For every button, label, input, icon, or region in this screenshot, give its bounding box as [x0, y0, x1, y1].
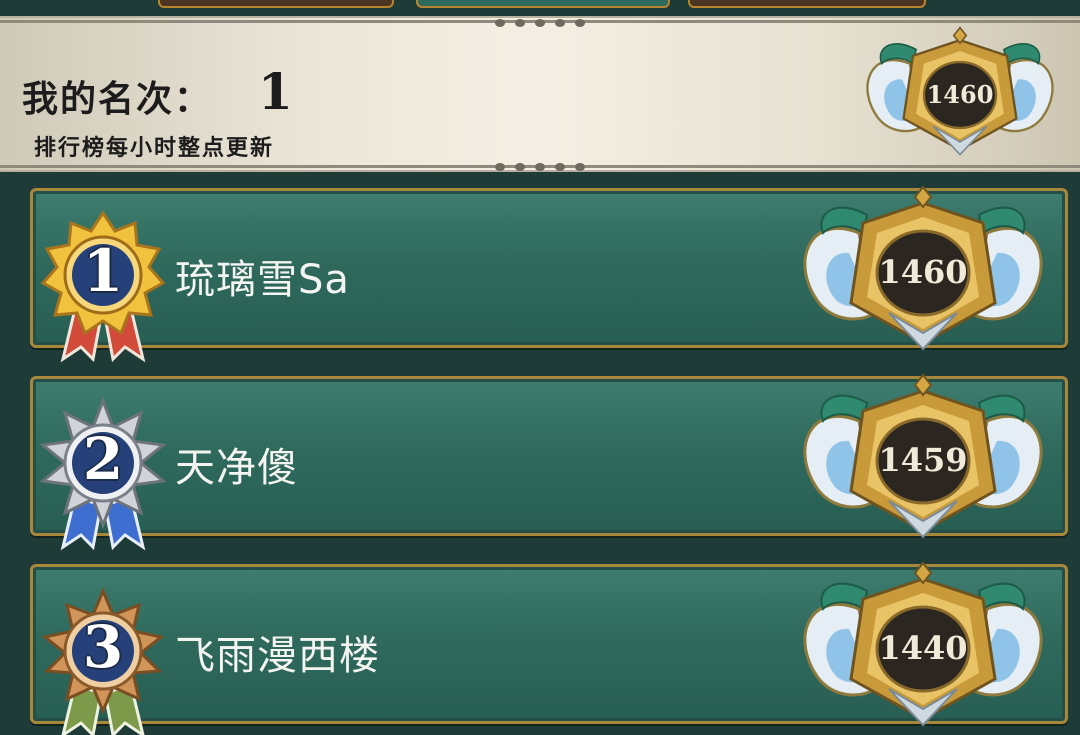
- banner-ornament-top: [495, 18, 585, 28]
- rank-number: 1: [82, 237, 124, 305]
- gold-medal-icon: 1: [37, 209, 169, 363]
- score-value: 1460: [878, 253, 968, 291]
- silver-medal-icon: 2: [37, 396, 169, 551]
- player-name: 飞雨漫西楼: [175, 633, 380, 679]
- top-tab-strip: [0, 0, 1080, 16]
- score-value: 1459: [878, 441, 968, 479]
- score-emblem: 1440: [789, 561, 1057, 729]
- leaderboard-row-3[interactable]: 3 飞雨漫西楼 1440: [30, 561, 1068, 735]
- score-emblem: 1459: [789, 373, 1057, 541]
- update-note: 排行榜每小时整点更新: [34, 135, 275, 161]
- tab-left[interactable]: [158, 0, 394, 8]
- my-rank-label: 我的名次：: [22, 78, 213, 120]
- bronze-medal-icon: 3: [37, 585, 169, 735]
- rank-number: 3: [82, 613, 124, 681]
- player-name: 琉璃雪Sa: [175, 257, 350, 303]
- score-emblem: 1460: [789, 185, 1057, 353]
- tab-center-active[interactable]: [416, 0, 670, 8]
- my-rank-value: 1: [258, 62, 293, 121]
- rank-number: 2: [82, 425, 124, 493]
- tab-right[interactable]: [688, 0, 926, 8]
- my-score-emblem: 1460: [855, 26, 1065, 162]
- player-name: 天净傻: [175, 445, 298, 491]
- banner-ornament-bottom: [495, 162, 585, 172]
- score-value: 1440: [878, 629, 968, 667]
- my-score-value: 1460: [926, 80, 994, 109]
- leaderboard-row-1[interactable]: 1 琉璃雪Sa 1460: [30, 185, 1068, 363]
- leaderboard-row-2[interactable]: 2 天净傻 1459: [30, 373, 1068, 551]
